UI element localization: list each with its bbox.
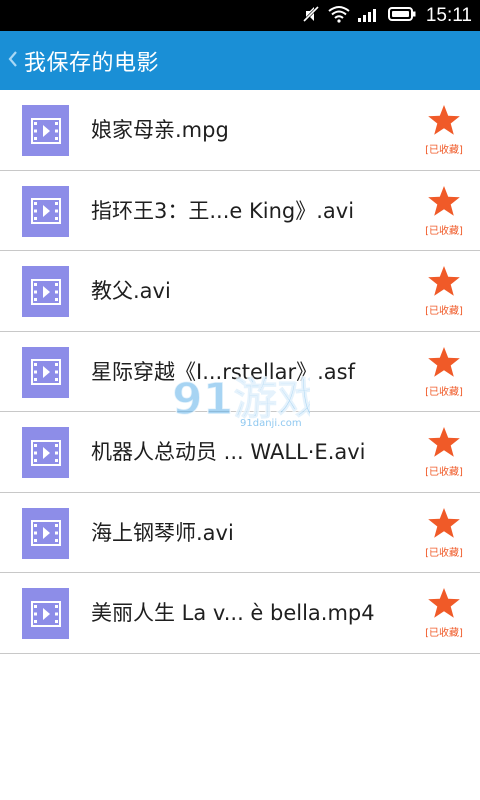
file-name: 机器人总动员 ... WALL·E.avi	[91, 440, 366, 464]
favorite-toggle[interactable]: [已收藏]	[420, 426, 468, 478]
star-icon	[427, 346, 461, 382]
video-file-icon	[22, 346, 69, 398]
video-file-icon	[22, 105, 69, 156]
video-file-icon	[22, 266, 69, 317]
file-name: 教父.avi	[91, 279, 171, 303]
favorite-label: [已收藏]	[425, 547, 463, 559]
star-icon	[427, 104, 461, 140]
favorite-toggle[interactable]: [已收藏]	[420, 587, 468, 639]
mute-icon	[302, 5, 320, 27]
list-item[interactable]: 海上钢琴师.avi [已收藏]	[0, 493, 480, 573]
status-icons: 15:11	[302, 0, 472, 31]
favorite-label: [已收藏]	[425, 628, 463, 639]
status-time: 15:11	[425, 4, 472, 26]
favorite-toggle[interactable]: [已收藏]	[420, 104, 468, 156]
app-bar: 我保存的电影	[0, 31, 480, 90]
file-name: 星际穿越《I...rstellar》.asf	[91, 359, 355, 384]
video-file-icon	[22, 427, 69, 478]
wifi-icon	[328, 5, 350, 27]
page-title: 我保存的电影	[24, 50, 160, 76]
star-icon	[427, 426, 461, 462]
favorite-label: [已收藏]	[425, 386, 463, 398]
list-item[interactable]: 星际穿越《I...rstellar》.asf [已收藏]	[0, 332, 480, 412]
video-file-icon	[22, 588, 69, 639]
file-name: 指环王3：王...e King》.avi	[91, 198, 355, 223]
signal-icon	[357, 6, 380, 26]
back-button[interactable]	[2, 31, 24, 90]
list-item[interactable]: 机器人总动员 ... WALL·E.avi [已收藏]	[0, 412, 480, 493]
status-bar: 15:11	[0, 0, 480, 31]
star-icon	[427, 185, 461, 221]
favorite-label: [已收藏]	[425, 225, 463, 237]
file-name: 娘家母亲.mpg	[91, 118, 229, 142]
battery-icon	[387, 6, 416, 25]
list-item[interactable]: 教父.avi [已收藏]	[0, 251, 480, 332]
chevron-left-icon	[7, 49, 19, 73]
file-name: 海上钢琴师.avi	[91, 520, 234, 545]
list-item[interactable]: 娘家母亲.mpg [已收藏]	[0, 90, 480, 171]
movie-list: 娘家母亲.mpg [已收藏] 指环王3：王...e King》.avi [已收藏…	[0, 90, 480, 654]
favorite-label: [已收藏]	[425, 145, 463, 156]
video-file-icon	[22, 185, 69, 237]
star-icon	[427, 507, 461, 543]
favorite-label: [已收藏]	[425, 306, 463, 317]
favorite-toggle[interactable]: [已收藏]	[420, 346, 468, 398]
video-file-icon	[22, 507, 69, 559]
star-icon	[427, 587, 461, 623]
list-item[interactable]: 指环王3：王...e King》.avi [已收藏]	[0, 171, 480, 251]
favorite-toggle[interactable]: [已收藏]	[420, 507, 468, 559]
favorite-toggle[interactable]: [已收藏]	[420, 265, 468, 317]
list-item[interactable]: 美丽人生 La v... è bella.mp4 [已收藏]	[0, 573, 480, 654]
star-icon	[427, 265, 461, 301]
favorite-label: [已收藏]	[425, 467, 463, 478]
favorite-toggle[interactable]: [已收藏]	[420, 185, 468, 237]
file-name: 美丽人生 La v... è bella.mp4	[91, 601, 375, 625]
